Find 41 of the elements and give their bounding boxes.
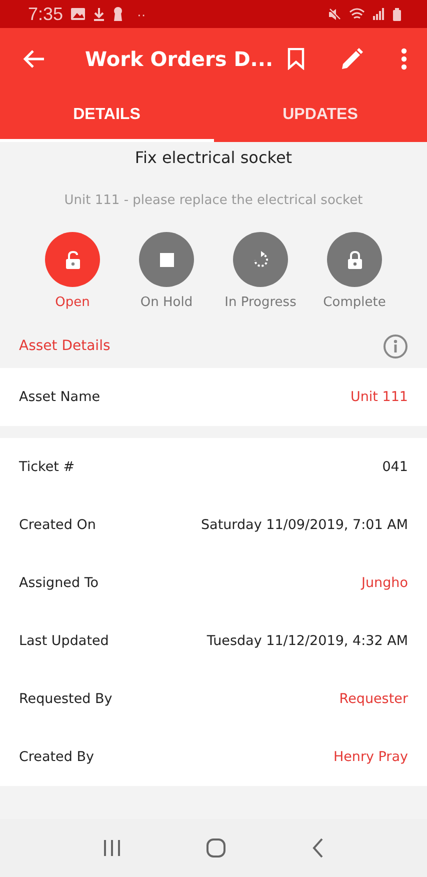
rotate-icon <box>252 250 270 268</box>
field-label: Assigned To <box>19 575 99 591</box>
field-link[interactable]: Requester <box>339 691 408 707</box>
field-value: Tuesday 11/12/2019, 4:32 AM <box>206 633 408 649</box>
more-icon[interactable] <box>401 48 407 70</box>
field-label: Requested By <box>19 691 112 707</box>
recent-apps-icon[interactable] <box>102 839 121 857</box>
section-title: Asset Details <box>19 338 110 354</box>
field-label: Created By <box>19 749 94 765</box>
field-link[interactable]: Jungho <box>362 575 408 591</box>
wifi-icon <box>349 8 365 20</box>
field-link[interactable]: Unit 111 <box>350 389 408 405</box>
stop-icon <box>160 252 174 266</box>
field-value: 041 <box>382 459 408 475</box>
image-icon <box>71 8 86 20</box>
battery-icon <box>393 8 401 20</box>
bookmark-icon[interactable] <box>287 48 305 70</box>
status-dots: ·· <box>137 6 146 22</box>
work-order-description: Unit 111 - please replace the electrical socket <box>63 193 364 208</box>
signal-icon <box>373 8 385 20</box>
mute-icon <box>328 8 341 20</box>
tab[interactable]: UPDATES <box>214 90 427 142</box>
field-label: Asset Name <box>19 389 100 405</box>
home-icon[interactable] <box>206 838 226 858</box>
unlocked-padlock-icon <box>64 250 80 268</box>
info-icon[interactable] <box>383 334 408 358</box>
screen-title: Work Orders D... <box>85 47 274 71</box>
padlock-icon <box>346 250 362 268</box>
keyhole-icon <box>113 7 124 21</box>
status-time: 7:35 <box>28 4 64 24</box>
field-link[interactable]: Henry Pray <box>333 749 408 765</box>
back-icon[interactable] <box>23 50 45 68</box>
field-value: Saturday 11/09/2019, 7:01 AM <box>200 517 408 533</box>
work-order-title: Fix electrical socket <box>134 148 294 167</box>
back-nav-icon[interactable] <box>312 838 324 858</box>
edit-icon[interactable] <box>341 48 363 70</box>
field-label: Created On <box>19 517 96 533</box>
tab[interactable]: DETAILS <box>0 90 214 142</box>
field-label: Last Updated <box>19 633 109 649</box>
field-label: Ticket # <box>19 459 75 475</box>
download-icon <box>93 8 106 20</box>
